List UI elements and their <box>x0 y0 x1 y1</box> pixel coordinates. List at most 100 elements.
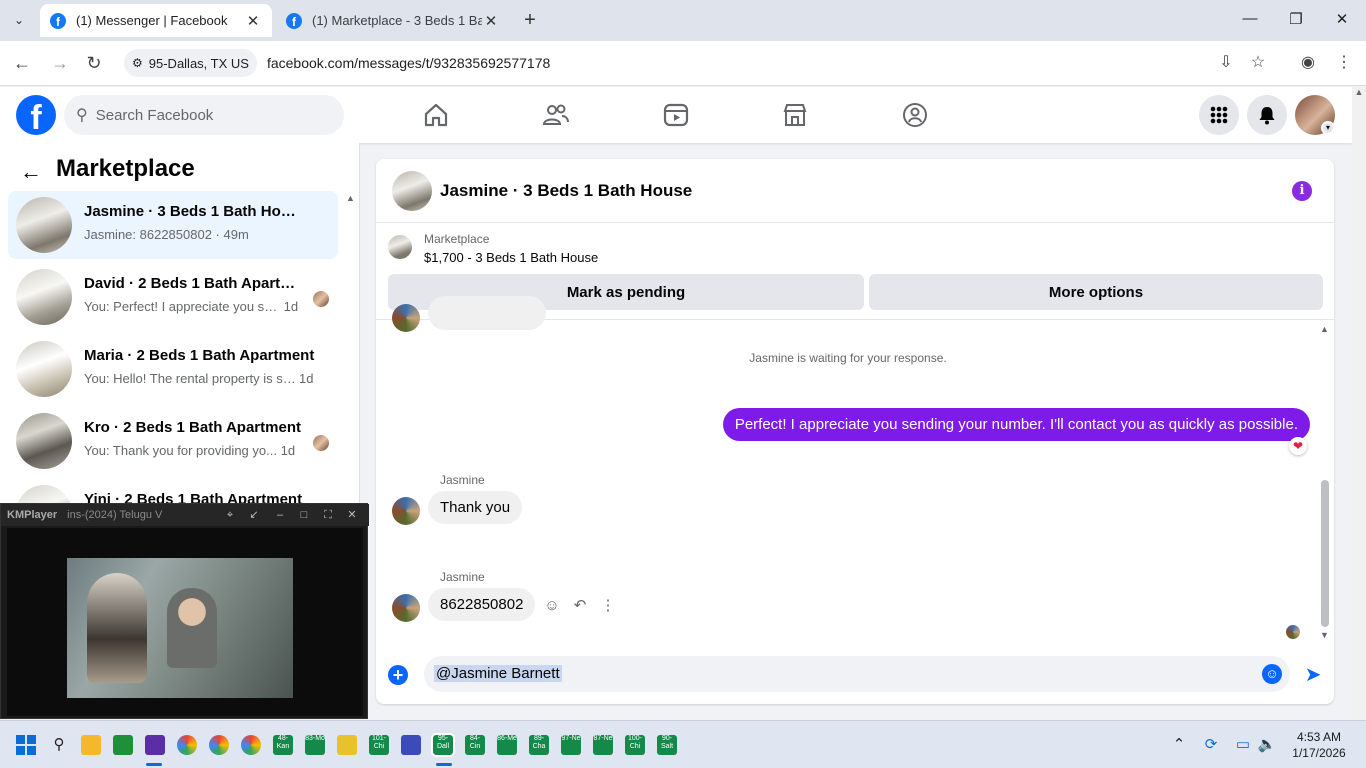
restore-icon[interactable]: ❐ <box>1286 10 1306 30</box>
scroll-up-icon[interactable]: ▲ <box>1352 87 1366 97</box>
groups-icon[interactable] <box>901 101 929 129</box>
windows-start-icon[interactable] <box>16 735 36 755</box>
restore-icon[interactable]: □ <box>297 508 311 522</box>
back-arrow-icon[interactable]: ← <box>20 159 42 185</box>
heart-reaction-icon[interactable]: ❤ <box>1289 437 1307 455</box>
system-note: Jasmine is waiting for your response. <box>749 351 947 365</box>
add-attachment-icon[interactable]: + <box>388 665 408 685</box>
sync-icon[interactable]: ⟳ <box>1200 734 1222 756</box>
forward-icon[interactable]: → <box>48 51 72 75</box>
search-facebook-input[interactable]: ⚲ Search Facebook <box>64 95 344 135</box>
kmplayer-window[interactable]: KMPlayer ins-(2024) Telugu V ⌖ ↙ – □ ⛶ ✕ <box>0 503 369 719</box>
app-icon[interactable] <box>113 735 133 755</box>
tab-messenger[interactable]: f (1) Messenger | Facebook ✕ <box>40 4 272 37</box>
sender-avatar[interactable] <box>392 594 420 622</box>
conversation-item[interactable]: David · 2 Beds 1 Bath Apartm... You: Per… <box>8 263 338 331</box>
emoji-icon[interactable]: ☺ <box>1262 664 1282 684</box>
search-placeholder: Search Facebook <box>95 106 214 124</box>
send-icon[interactable]: ➤ <box>1302 664 1324 686</box>
close-tab-icon[interactable]: ✕ <box>244 12 262 30</box>
video-frame[interactable] <box>7 528 363 716</box>
show-hidden-icons-icon[interactable]: ⌃ <box>1168 734 1190 756</box>
outgoing-message[interactable]: Perfect! I appreciate you sending your n… <box>722 408 1310 441</box>
taskbar-app[interactable]: 90-Salt <box>657 735 677 755</box>
page-scrollbar[interactable]: ▲ <box>1352 87 1366 719</box>
app-icon[interactable] <box>401 735 421 755</box>
chrome-icon[interactable] <box>241 735 261 755</box>
browser-menu-icon[interactable]: ⋮ <box>1332 51 1356 75</box>
close-window-icon[interactable]: ✕ <box>1332 10 1352 30</box>
info-icon[interactable]: i <box>1292 181 1312 201</box>
address-toolbar: ← → ↻ ⚙ 95-Dallas, TX US facebook.com/me… <box>0 41 1366 86</box>
site-info-chip[interactable]: ⚙ 95-Dallas, TX US <box>124 49 257 77</box>
conversation-item[interactable]: Jasmine · 3 Beds 1 Bath House Jasmine: 8… <box>8 191 338 259</box>
pin-icon[interactable]: ⌖ <box>223 508 237 522</box>
more-options-button[interactable]: More options <box>869 274 1323 310</box>
bookmark-star-icon[interactable]: ☆ <box>1246 51 1270 75</box>
taskbar-app[interactable]: 95-Dall <box>431 733 455 757</box>
taskbar-app[interactable]: 101-Chi <box>369 735 389 755</box>
facebook-header: f ⚲ Search Facebook ▾ <box>0 87 1352 143</box>
menu-grid-button[interactable] <box>1199 95 1239 135</box>
reload-icon[interactable]: ↻ <box>82 51 106 75</box>
conversation-item[interactable]: Kro · 2 Beds 1 Bath Apartment You: Thank… <box>8 407 338 475</box>
notes-icon[interactable] <box>337 735 357 755</box>
new-tab-button[interactable]: + <box>518 9 542 33</box>
chat-title[interactable]: Jasmine · 3 Beds 1 Bath House <box>440 181 692 201</box>
conversation-item[interactable]: Maria · 2 Beds 1 Bath Apartment You: Hel… <box>8 335 338 403</box>
minimize-icon[interactable]: – <box>273 508 287 522</box>
marketplace-icon[interactable] <box>781 101 809 129</box>
taskbar-app[interactable]: 97-Ne <box>561 735 581 755</box>
taskbar-app[interactable]: 87-Ne <box>593 735 613 755</box>
chat-thumbnail[interactable] <box>392 171 432 211</box>
notifications-button[interactable] <box>1247 95 1287 135</box>
app-icon[interactable] <box>145 735 165 755</box>
scroll-down-icon[interactable]: ▼ <box>1320 630 1329 640</box>
search-icon[interactable]: ⚲ <box>48 734 70 756</box>
chrome-icon[interactable] <box>177 735 197 755</box>
taskbar-app[interactable]: 83-Mo <box>305 735 325 755</box>
install-app-icon[interactable]: ⇩ <box>1214 51 1238 75</box>
more-actions-icon[interactable]: ⋮ <box>598 596 618 616</box>
listing-banner[interactable]: Marketplace $1,700 - 3 Beds 1 Bath House <box>376 224 1334 274</box>
collapse-icon[interactable]: ↙ <box>247 508 261 522</box>
home-icon[interactable] <box>422 101 450 129</box>
tab-marketplace[interactable]: f (1) Marketplace - 3 Beds 1 Bath House … <box>276 4 510 37</box>
taskbar-app[interactable]: 86-Me <box>497 735 517 755</box>
profile-icon[interactable]: ◉ <box>1296 51 1320 75</box>
sender-avatar[interactable] <box>392 497 420 525</box>
video-icon[interactable] <box>662 101 690 129</box>
tab-title: (1) Marketplace - 3 Beds 1 Bath House <box>312 13 482 28</box>
chevron-down-icon[interactable]: ▾ <box>1321 121 1335 135</box>
incoming-message[interactable]: Thank you <box>428 491 523 524</box>
scroll-up-icon[interactable]: ▲ <box>1320 324 1329 334</box>
url-text[interactable]: facebook.com/messages/t/932835692577178 <box>267 55 550 71</box>
taskbar-app[interactable]: 84-Cin <box>465 735 485 755</box>
thread-scrollbar-thumb[interactable] <box>1321 480 1329 627</box>
file-explorer-icon[interactable] <box>81 735 101 755</box>
taskbar-clock[interactable]: 4:53 AM 1/17/2026 <box>1286 729 1352 761</box>
tab-search-chevron-icon[interactable]: ⌄ <box>6 7 32 33</box>
react-emoji-icon[interactable]: ☺ <box>542 596 562 616</box>
taskbar-app[interactable]: 100-Chi <box>625 735 645 755</box>
fullscreen-icon[interactable]: ⛶ <box>321 508 335 522</box>
back-icon[interactable]: ← <box>10 51 34 75</box>
video-figure <box>87 573 147 683</box>
scroll-up-icon[interactable]: ▲ <box>346 193 356 203</box>
network-icon[interactable]: ▭ <box>1232 734 1254 756</box>
friends-icon[interactable] <box>542 101 570 129</box>
taskbar-app[interactable]: 48-Kan <box>273 735 293 755</box>
message-input[interactable]: @Jasmine Barnett ☺ <box>424 656 1290 692</box>
kmplayer-titlebar[interactable]: KMPlayer ins-(2024) Telugu V <box>1 504 369 526</box>
incoming-message[interactable]: 8622850802 <box>428 588 536 621</box>
taskbar-app[interactable]: 89-Cha <box>529 735 549 755</box>
chrome-icon[interactable] <box>209 735 229 755</box>
omnibox[interactable]: ⚙ 95-Dallas, TX US facebook.com/messages… <box>120 47 1280 79</box>
conversation-name: Kro · 2 Beds 1 Bath Apartment <box>84 419 301 436</box>
close-icon[interactable]: ✕ <box>345 508 359 522</box>
close-tab-icon[interactable]: ✕ <box>482 12 500 30</box>
minimize-icon[interactable]: — <box>1240 10 1260 30</box>
volume-icon[interactable]: 🔈 <box>1256 734 1278 756</box>
reply-icon[interactable]: ↶ <box>570 596 590 616</box>
facebook-logo-icon[interactable]: f <box>16 95 56 135</box>
